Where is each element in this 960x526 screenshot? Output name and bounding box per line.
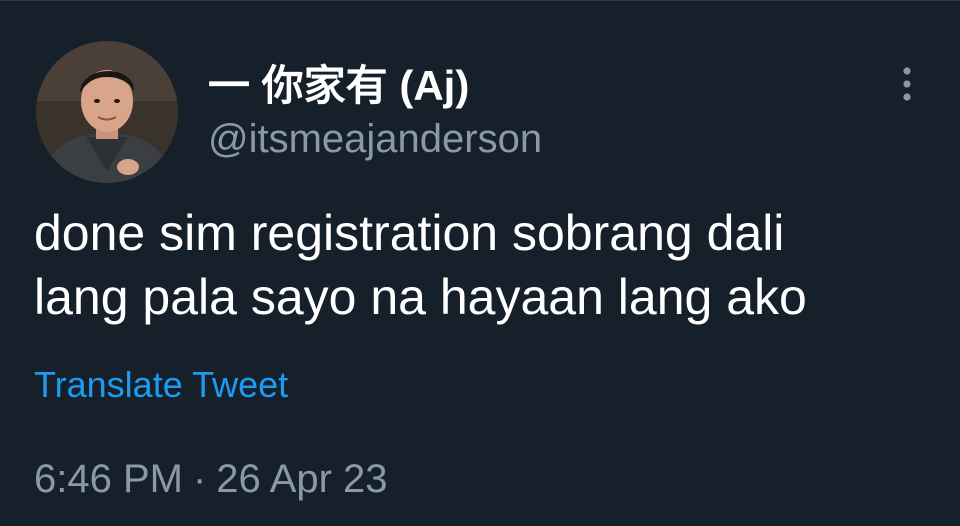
- avatar-photo: [36, 41, 178, 183]
- tweet-date: 26 Apr 23: [216, 457, 388, 501]
- timestamp-separator: ·: [192, 457, 207, 501]
- tweet-timestamp[interactable]: 6:46 PM · 26 Apr 23: [34, 453, 388, 505]
- author-display-name[interactable]: 一 你家有 (Aj): [208, 61, 469, 111]
- author-handle[interactable]: @itsmeajanderson: [208, 115, 542, 163]
- more-options-button[interactable]: [888, 63, 926, 105]
- tweet-text-line: done sim registration sobrang dali: [34, 205, 785, 261]
- translate-tweet-link[interactable]: Translate Tweet: [34, 361, 288, 409]
- more-vertical-icon: [903, 67, 911, 101]
- tweet-card: 一 你家有 (Aj) @itsmeajanderson done sim reg…: [0, 0, 960, 526]
- tweet-text: done sim registration sobrang dali lang …: [34, 201, 934, 329]
- tweet-time: 6:46 PM: [34, 457, 183, 501]
- author-avatar[interactable]: [36, 41, 178, 183]
- tweet-text-line: lang pala sayo na hayaan lang ako: [34, 269, 807, 325]
